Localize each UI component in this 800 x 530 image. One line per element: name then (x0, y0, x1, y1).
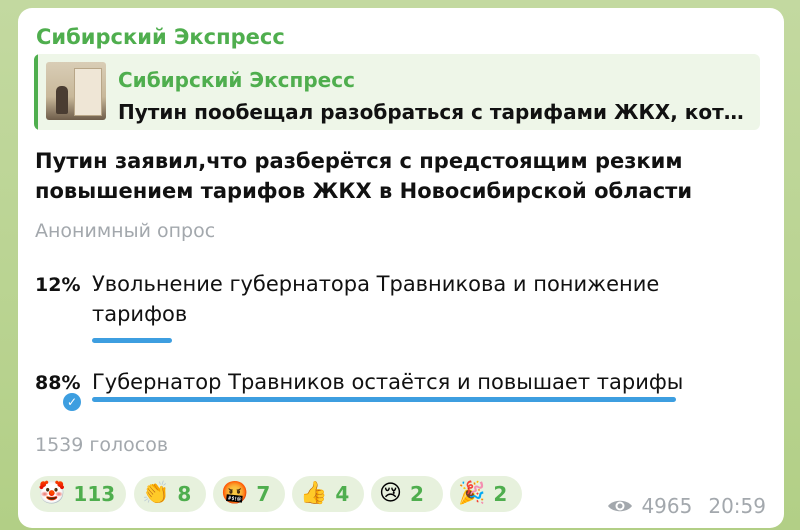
reply-text: Путин пообещал разобраться с тарифами ЖК… (118, 100, 748, 124)
reaction-count: 113 (73, 482, 116, 506)
thumbnail-figure (56, 86, 68, 114)
reaction-party-popper[interactable]: 🎉 2 (450, 476, 522, 512)
poll-option-2-bar (92, 397, 676, 402)
clap-icon: 👏 (142, 481, 170, 506)
poll-option-1-text: Увольнение губернатора Травникова и пони… (92, 272, 660, 326)
reply-title: Сибирский Экспресс (118, 68, 355, 92)
poll-option-2-text: Губернатор Травников остаётся и повышает… (92, 370, 684, 394)
reply-accent-bar (34, 54, 38, 130)
reaction-thumbs-up[interactable]: 👍 4 (292, 476, 364, 512)
reaction-clown[interactable]: 🤡 113 (30, 476, 126, 512)
poll-question: Путин заявил,что разберётся с предстоящи… (35, 149, 693, 203)
sender-name[interactable]: Сибирский Экспресс (36, 25, 285, 49)
reaction-count: 4 (335, 482, 350, 506)
poll-option-1-percent: 12% (35, 274, 81, 296)
reaction-crying-face[interactable]: 😢 2 (371, 476, 443, 512)
thumbs-up-icon: 👍 (300, 481, 328, 506)
message-meta: 4965 20:59 (607, 494, 766, 518)
reaction-clap[interactable]: 👏 8 (134, 476, 206, 512)
message-time: 20:59 (708, 494, 766, 518)
poll-option-2-percent: 88% (35, 372, 81, 394)
vote-count: 1539 голосов (35, 434, 169, 456)
reaction-swearing-face[interactable]: 🤬 7 (213, 476, 285, 512)
party-popper-icon: 🎉 (458, 481, 486, 506)
clown-icon: 🤡 (38, 481, 66, 506)
swearing-face-icon: 🤬 (221, 481, 249, 506)
message-bubble: Сибирский Экспресс Сибирский Экспресс Пу… (18, 8, 784, 528)
reaction-count: 2 (493, 482, 508, 506)
reaction-count: 7 (256, 482, 271, 506)
poll-option-1-bar (92, 338, 172, 343)
views-eye-icon (608, 500, 633, 512)
view-count: 4965 (641, 494, 693, 518)
reaction-count: 2 (409, 482, 424, 506)
poll-type: Анонимный опрос (35, 220, 216, 242)
reply-preview[interactable]: Сибирский Экспресс Путин пообещал разобр… (34, 54, 760, 130)
reply-thumbnail (46, 62, 106, 120)
reaction-count: 8 (177, 482, 192, 506)
crying-face-icon: 😢 (379, 481, 402, 506)
thumbnail-door (74, 68, 102, 116)
chosen-check-icon: ✓ (63, 393, 81, 411)
